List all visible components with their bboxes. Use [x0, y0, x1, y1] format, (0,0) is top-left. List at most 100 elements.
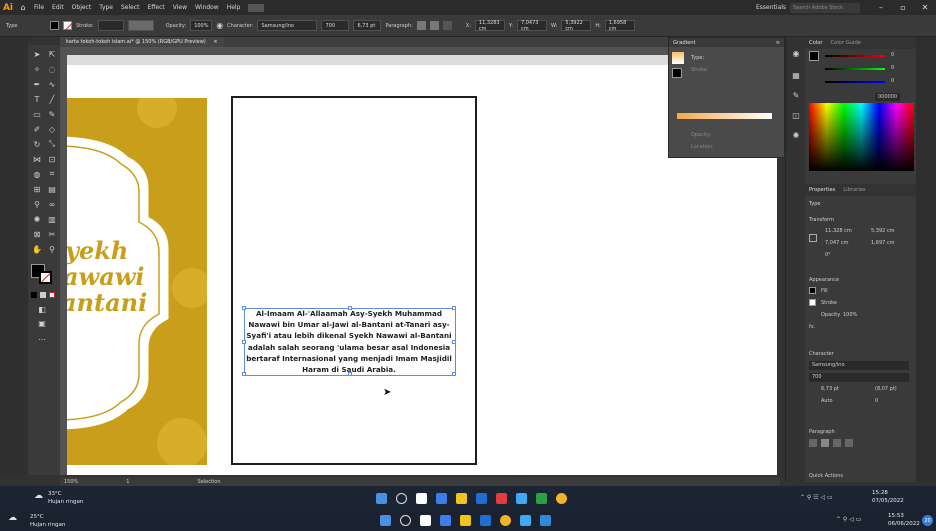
prop-font-size[interactable]: 6,73 pt	[821, 386, 839, 392]
maximize-icon[interactable]: ▫	[892, 0, 914, 15]
font-size-field[interactable]: 6,73 pt	[353, 20, 382, 31]
menu-effect[interactable]: Effect	[144, 4, 169, 11]
artboard-text[interactable]	[231, 96, 477, 465]
start-icon[interactable]	[380, 515, 391, 526]
clock-time-top[interactable]: 15:28	[872, 490, 888, 496]
zoom-level[interactable]: 150%	[64, 479, 78, 485]
task-view-icon[interactable]	[420, 515, 431, 526]
hex-value[interactable]: 000000	[875, 93, 901, 101]
screen-mode-icon[interactable]: ▣	[36, 317, 48, 329]
prop-angle-value[interactable]: 0°	[825, 252, 831, 258]
app-icon[interactable]	[536, 493, 547, 504]
edge-icon[interactable]	[516, 493, 527, 504]
green-slider[interactable]	[825, 68, 885, 70]
free-transform-tool-icon[interactable]: ⊡	[46, 153, 58, 165]
home-icon[interactable]: ⌂	[16, 0, 30, 15]
variable-width-field[interactable]	[127, 20, 154, 31]
mesh-tool-icon[interactable]: ⊞	[31, 183, 43, 195]
transform-h-field[interactable]: 1,6958 cm	[604, 20, 635, 32]
appearance-opacity-value[interactable]: 100%	[843, 312, 857, 318]
prop-x-value[interactable]: 11,328 cm	[825, 228, 852, 234]
slice-tool-icon[interactable]: ✂	[46, 228, 58, 240]
task-view-icon[interactable]	[416, 493, 427, 504]
chrome-icon[interactable]	[556, 493, 567, 504]
magic-wand-tool-icon[interactable]: ✧	[31, 63, 43, 75]
clock-date-top[interactable]: 07/05/2022	[872, 498, 904, 504]
prop-tracking[interactable]: 0	[875, 398, 878, 404]
shape-builder-tool-icon[interactable]: ◍	[31, 168, 43, 180]
width-tool-icon[interactable]: ⋈	[31, 153, 43, 165]
symbol-sprayer-tool-icon[interactable]: ✺	[31, 213, 43, 225]
prop-h-value[interactable]: 1,697 cm	[871, 240, 895, 246]
weather-desc[interactable]: Hujan ringan	[48, 499, 83, 505]
para-align-left-icon[interactable]	[809, 439, 817, 447]
fill-swatch[interactable]	[50, 21, 59, 30]
transform-y-field[interactable]: 7,0473 cm	[516, 20, 547, 32]
rotate-tool-icon[interactable]: ↻	[31, 138, 43, 150]
gradient-mode-icon[interactable]	[40, 292, 46, 298]
panel-menu-icon[interactable]: ≡	[776, 40, 780, 46]
font-style-field[interactable]: 700	[321, 20, 350, 31]
artboard-gold-card[interactable]: yekh awawi antani	[67, 98, 207, 465]
artboard-navigator[interactable]: 1	[126, 479, 129, 485]
start-icon[interactable]	[376, 493, 387, 504]
photos-icon[interactable]	[496, 493, 507, 504]
stroke-weight-field[interactable]	[97, 20, 124, 31]
properties-tab[interactable]: Properties	[809, 187, 835, 193]
eraser-tool-icon[interactable]: ◇	[46, 123, 58, 135]
prop-font-family[interactable]: Samsung/ino	[809, 361, 909, 370]
stroke-color-box[interactable]	[39, 271, 52, 284]
store-icon[interactable]	[440, 515, 451, 526]
menu-file[interactable]: File	[30, 4, 48, 11]
notification-badge[interactable]: 20	[922, 515, 933, 526]
menu-window[interactable]: Window	[191, 4, 223, 11]
system-tray-icons[interactable]: ⌃ ⚲ ◁ ▭	[836, 516, 861, 523]
menu-type[interactable]: Type	[95, 4, 117, 11]
zoom-tool-icon[interactable]: ⚲	[46, 243, 58, 255]
color-panel-icon[interactable]: ◉	[790, 47, 802, 59]
prop-font-style[interactable]: 700	[809, 373, 909, 382]
close-icon[interactable]: ✕	[914, 0, 936, 15]
blue-value[interactable]: 0	[891, 78, 894, 84]
color-spectrum[interactable]	[809, 103, 914, 171]
lasso-tool-icon[interactable]: ◌	[46, 63, 58, 75]
blue-slider[interactable]	[825, 81, 885, 83]
pen-tool-icon[interactable]: ✒	[31, 78, 43, 90]
transform-w-field[interactable]: 5,3922 cm	[561, 20, 592, 32]
font-family-field[interactable]: Samsung/ino	[257, 20, 318, 31]
line-tool-icon[interactable]: ╱	[46, 93, 58, 105]
fill-stroke-control[interactable]	[31, 264, 57, 286]
gradient-slider[interactable]	[677, 113, 772, 119]
green-value[interactable]: 0	[891, 65, 894, 71]
shaper-tool-icon[interactable]: ✐	[31, 123, 43, 135]
chrome-icon[interactable]	[500, 515, 511, 526]
prop-w-value[interactable]: 5,392 cm	[871, 228, 895, 234]
recolor-icon[interactable]: ◉	[216, 21, 223, 30]
hand-tool-icon[interactable]: ✋	[31, 243, 43, 255]
para-align-center-icon[interactable]	[821, 439, 829, 447]
color-guide-tab[interactable]: Color Guide	[831, 40, 861, 46]
stroke-swatch[interactable]	[63, 21, 73, 31]
gradient-thumbnail[interactable]	[672, 52, 684, 64]
transform-x-field[interactable]: 11,3283 cm	[474, 20, 505, 32]
symbols-panel-icon[interactable]: ✺	[790, 129, 802, 141]
panel-scrollbar[interactable]	[916, 37, 936, 482]
prop-kerning[interactable]: Auto	[821, 398, 833, 404]
search-icon[interactable]	[396, 493, 407, 504]
selection-tool-icon[interactable]: ➤	[31, 48, 43, 60]
brushes-panel-icon[interactable]: ✎	[790, 89, 802, 101]
menu-select[interactable]: Select	[117, 4, 144, 11]
clock-date[interactable]: 06/06/2022	[888, 521, 920, 527]
file-explorer-icon[interactable]	[460, 515, 471, 526]
edit-toolbar-icon[interactable]: …	[36, 331, 48, 343]
fx-icon[interactable]: fx.	[809, 324, 815, 330]
layers-panel-icon[interactable]: ◫	[790, 109, 802, 121]
appearance-stroke-label[interactable]: Stroke	[821, 300, 837, 306]
menu-view[interactable]: View	[169, 4, 191, 11]
align-right-icon[interactable]	[442, 21, 452, 30]
color-tab[interactable]: Color	[809, 40, 823, 46]
swatches-panel-icon[interactable]: ▦	[790, 69, 802, 81]
rectangle-tool-icon[interactable]: ▭	[31, 108, 43, 120]
system-tray-icons[interactable]: ⌃ ⚲ ☷ ◁ ▭	[800, 494, 833, 501]
red-value[interactable]: 0	[891, 52, 894, 58]
